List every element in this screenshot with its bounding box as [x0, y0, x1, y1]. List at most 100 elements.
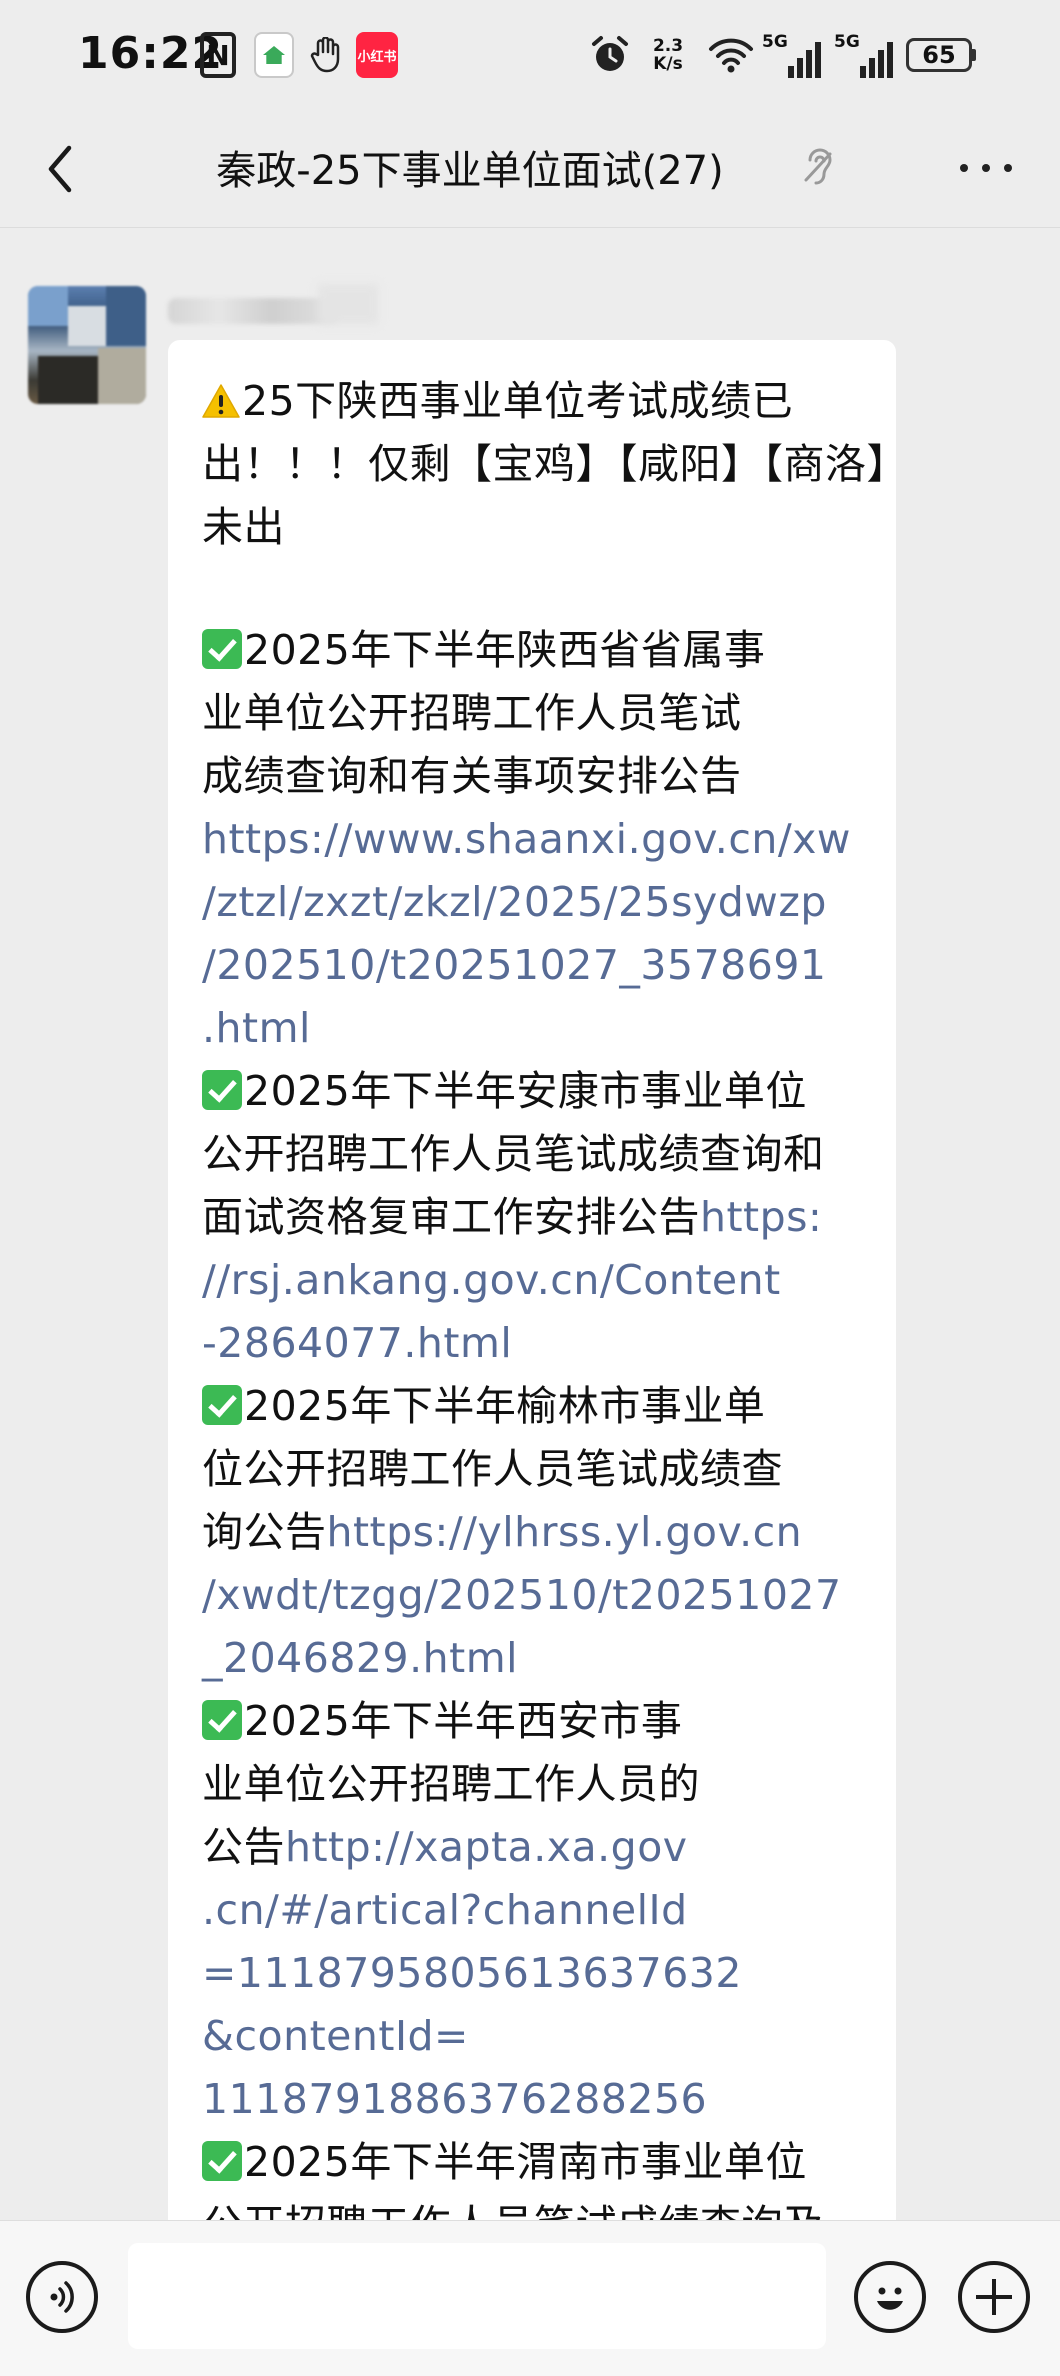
message-text: 未出 — [202, 503, 285, 551]
message-text: 出！！！仅剩【宝鸡】【咸阳】【商洛】 — [202, 440, 908, 488]
message-list[interactable]: 25下陕西事业单位考试成绩已出！！！仅剩【宝鸡】【咸阳】【商洛】 未出 2025年下… — [0, 228, 1060, 2220]
more-actions-button[interactable] — [958, 2261, 1030, 2333]
message-line: 业单位公开招聘工作人员的 — [202, 1753, 868, 1816]
link-text[interactable]: _2046829.html — [202, 1634, 518, 1682]
message-line: 25下陕西事业单位考试成绩已 — [202, 370, 868, 433]
check-mark-icon — [202, 629, 242, 669]
voice-input-button[interactable] — [26, 2261, 98, 2333]
chevron-left-icon — [48, 145, 72, 193]
link-text[interactable]: //rsj.ankang.gov.cn/Content — [202, 1256, 781, 1304]
message-link[interactable]: -2864077.html — [202, 1312, 868, 1375]
message-bubble[interactable]: 25下陕西事业单位考试成绩已出！！！仅剩【宝鸡】【咸阳】【商洛】 未出 2025年下… — [168, 340, 908, 2220]
message-text: 25下陕西事业单位考试成绩已 — [242, 377, 794, 425]
message-line: 2025年下半年安康市事业单位 — [202, 1060, 868, 1123]
message-link[interactable]: .html — [202, 997, 868, 1060]
message-line: 2025年下半年榆林市事业单 — [202, 1375, 868, 1438]
sender-name-blurred — [168, 284, 378, 324]
message-link[interactable]: http://xapta.xa.gov — [285, 1823, 688, 1871]
link-text[interactable]: =1118795805613637632 — [202, 1949, 742, 1997]
message-link[interactable]: https://ylhrss.yl.gov.cn — [327, 1508, 803, 1556]
message-text: 公开招聘工作人员笔试成绩查询和 — [202, 1130, 825, 1178]
status-bar: 16:22 N 小红书 2.3 K/s 5G 5G 65 — [0, 0, 1060, 112]
message-link[interactable]: //rsj.ankang.gov.cn/Content — [202, 1249, 868, 1312]
check-mark-icon — [202, 2141, 242, 2181]
link-text[interactable]: .html — [202, 1004, 311, 1052]
chat-header: 秦政-25下事业单位面试(27) — [0, 112, 1060, 228]
sender-avatar[interactable] — [28, 286, 146, 404]
input-bar — [0, 2220, 1060, 2376]
wifi-icon — [706, 32, 756, 78]
message-line: 公开招聘工作人员笔试成绩查询和 — [202, 1123, 868, 1186]
message-link[interactable]: /ztzl/zxzt/zkzl/2025/25sydwzp — [202, 871, 868, 934]
check-mark-icon — [202, 1070, 242, 1110]
back-button[interactable] — [30, 136, 90, 202]
hand-icon — [306, 32, 346, 78]
message-link[interactable]: https: — [700, 1193, 822, 1241]
message-link[interactable]: 1118791886376288256 — [202, 2068, 868, 2131]
message-text: 2025年下半年西安市事 — [244, 1697, 683, 1745]
link-text[interactable]: -2864077.html — [202, 1319, 512, 1367]
link-text[interactable]: /xwdt/tzgg/202510/t20251027 — [202, 1571, 842, 1619]
link-text[interactable]: 1118791886376288256 — [202, 2075, 707, 2123]
signal-icon-sim2: 5G — [834, 32, 896, 78]
message-line: 2025年下半年渭南市事业单位 — [202, 2131, 868, 2194]
message-text: 2025年下半年安康市事业单位 — [244, 1067, 807, 1115]
message-input[interactable] — [128, 2243, 826, 2349]
message-line: 公告http://xapta.xa.gov — [202, 1816, 868, 1879]
more-options-button[interactable] — [950, 148, 1022, 188]
link-text[interactable]: /ztzl/zxzt/zkzl/2025/25sydwzp — [202, 878, 827, 926]
message-line: 未出 — [202, 496, 868, 559]
link-text[interactable]: .cn/#/artical?channelId — [202, 1886, 688, 1934]
message-text: 公告 — [202, 1823, 285, 1871]
message-text: 业单位公开招聘工作人员的 — [202, 1760, 700, 1808]
battery-icon: 65 — [904, 32, 978, 78]
message-link[interactable]: =1118795805613637632 — [202, 1942, 868, 2005]
message-text: 业单位公开招聘工作人员笔试 — [202, 689, 742, 737]
message-link[interactable]: _2046829.html — [202, 1627, 868, 1690]
message-text: 面试资格复审工作安排公告 — [202, 1193, 700, 1241]
warning-icon — [202, 384, 240, 418]
network-speed: 2.3 K/s — [644, 32, 692, 78]
check-mark-icon — [202, 1700, 242, 1740]
message-text: 2025年下半年渭南市事业单位 — [244, 2138, 807, 2186]
emoji-button[interactable] — [854, 2261, 926, 2333]
chat-title: 秦政-25下事业单位面试(27) — [216, 148, 724, 194]
signal-icon-sim1: 5G — [762, 32, 824, 78]
link-text[interactable]: &contentId= — [202, 2012, 469, 2060]
message-link[interactable]: https://www.shaanxi.gov.cn/xw — [202, 808, 868, 871]
message-text: 询公告 — [202, 1508, 327, 1556]
message-text: 公开招聘工作人员笔试成绩查询及 — [202, 2201, 825, 2220]
link-text[interactable]: https://www.shaanxi.gov.cn/xw — [202, 815, 851, 863]
check-mark-icon — [202, 1385, 242, 1425]
smiley-icon — [877, 2287, 903, 2310]
message-line: 公开招聘工作人员笔试成绩查询及 — [202, 2194, 868, 2220]
app-notification-icon — [254, 32, 294, 78]
message-line: 位公开招聘工作人员笔试成绩查 — [202, 1438, 868, 1501]
message-line: 成绩查询和有关事项安排公告 — [202, 745, 868, 808]
link-text[interactable]: /202510/t20251027_3578691 — [202, 941, 827, 989]
xiaohongshu-icon: 小红书 — [356, 32, 398, 78]
chat-screen: 16:22 N 小红书 2.3 K/s 5G 5G 65 秦政-25下事业单位面… — [0, 0, 1060, 2376]
network-speed-value: 2.3 — [652, 36, 684, 56]
message-link[interactable]: &contentId= — [202, 2005, 868, 2068]
signal-label-sim2: 5G — [834, 32, 860, 52]
voice-icon — [50, 2281, 74, 2313]
message-link[interactable]: /202510/t20251027_3578691 — [202, 934, 868, 997]
message-line: 业单位公开招聘工作人员笔试 — [202, 682, 868, 745]
alarm-icon — [588, 32, 632, 78]
ear-icon — [800, 142, 840, 192]
signal-label-sim1: 5G — [762, 32, 788, 52]
message-line: 出！！！仅剩【宝鸡】【咸阳】【商洛】 — [202, 433, 908, 496]
message-line: 2025年下半年陕西省省属事 — [202, 619, 868, 682]
message-text: 2025年下半年榆林市事业单 — [244, 1382, 766, 1430]
message-line: 面试资格复审工作安排公告https: — [202, 1186, 868, 1249]
message-link[interactable]: .cn/#/artical?channelId — [202, 1879, 868, 1942]
message-line: 2025年下半年西安市事 — [202, 1690, 868, 1753]
nfc-icon: N — [200, 32, 236, 78]
message-text: 位公开招聘工作人员笔试成绩查 — [202, 1445, 783, 1493]
message-text: 2025年下半年陕西省省属事 — [244, 626, 766, 674]
message-link[interactable]: /xwdt/tzgg/202510/t20251027 — [202, 1564, 868, 1627]
message-line: 询公告https://ylhrss.yl.gov.cn — [202, 1501, 868, 1564]
message-text: 成绩查询和有关事项安排公告 — [202, 752, 742, 800]
